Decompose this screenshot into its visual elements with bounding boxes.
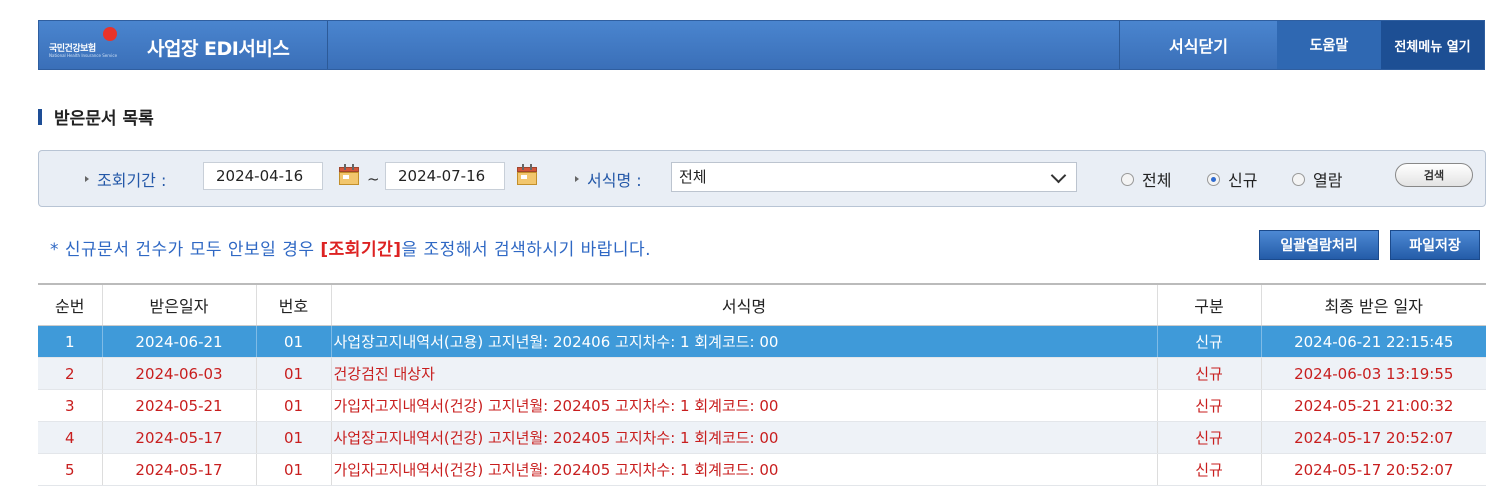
notice-text: * 신규문서 건수가 모두 안보일 경우 [조회기간]을 조정해서 검색하시기 … <box>50 235 651 260</box>
cell-last-received: 2024-06-21 22:15:45 <box>1260 325 1486 358</box>
table-row[interactable]: 3 2024-05-21 01 가입자고지내역서(건강) 고지년월: 20240… <box>38 389 1486 422</box>
cell-number: 01 <box>255 357 331 390</box>
col-header-number: 번호 <box>255 283 331 326</box>
cell-type: 신규 <box>1156 421 1261 454</box>
app-header: 국민건강보험 National Health Insurance Service… <box>38 20 1485 70</box>
cell-number: 01 <box>255 421 331 454</box>
cell-type: 신규 <box>1156 357 1261 390</box>
calendar-icon[interactable] <box>339 164 359 186</box>
radio-read[interactable]: 열람 <box>1292 167 1342 191</box>
form-name-selected: 전체 <box>679 168 707 186</box>
col-header-form-name: 서식명 <box>330 283 1157 326</box>
cell-last-received: 2024-06-03 13:19:55 <box>1260 357 1486 390</box>
cell-type: 신규 <box>1156 389 1261 422</box>
section-title-text: 받은문서 목록 <box>54 109 154 129</box>
cell-last-received: 2024-05-17 20:52:07 <box>1260 453 1486 486</box>
cell-seq: 4 <box>38 421 102 454</box>
section-title: 받은문서 목록 <box>38 104 154 129</box>
date-range-separator: ~ <box>367 170 380 188</box>
radio-all-label: 전체 <box>1142 171 1172 190</box>
cell-number: 01 <box>255 389 331 422</box>
table-row[interactable]: 4 2024-05-17 01 사업장고지내역서(건강) 고지년월: 20240… <box>38 421 1486 454</box>
table-row[interactable]: 1 2024-06-21 01 사업장고지내역서(고용) 고지년월: 20240… <box>38 325 1486 358</box>
col-header-type: 구분 <box>1156 283 1261 326</box>
table-header-row: 순번 받은일자 번호 서식명 구분 최종 받은 일자 <box>38 283 1486 326</box>
bulk-open-button[interactable]: 일괄열람처리 <box>1259 230 1379 260</box>
col-header-last-received: 최종 받은 일자 <box>1260 283 1486 326</box>
logo-area: 국민건강보험 National Health Insurance Service… <box>39 21 328 69</box>
cell-form-name[interactable]: 가입자고지내역서(건강) 고지년월: 202405 고지차수: 1 회계코드: … <box>330 389 1157 422</box>
bullet-arrow-icon <box>85 176 89 182</box>
cell-seq: 5 <box>38 453 102 486</box>
cell-form-name[interactable]: 건강검진 대상자 <box>330 357 1157 390</box>
col-header-received-date: 받은일자 <box>101 283 256 326</box>
logo-mark-icon <box>103 27 117 41</box>
cell-form-name[interactable]: 가입자고지내역서(건강) 고지년월: 202405 고지차수: 1 회계코드: … <box>330 453 1157 486</box>
open-all-menu-button[interactable]: 전체메뉴 열기 <box>1381 21 1484 69</box>
cell-received-date: 2024-06-03 <box>101 357 256 390</box>
search-panel: 조회기간 : 2024-04-16 ~ 2024-07-16 서식명 : 전체 … <box>38 150 1486 207</box>
radio-all[interactable]: 전체 <box>1121 167 1171 191</box>
logo-subtext: National Health Insurance Service <box>49 53 118 58</box>
radio-circle[interactable] <box>1121 172 1134 186</box>
calendar-icon[interactable] <box>517 164 537 186</box>
cell-seq: 1 <box>38 325 102 358</box>
nhis-logo: 국민건강보험 National Health Insurance Service <box>49 27 118 58</box>
cell-form-name[interactable]: 사업장고지내역서(건강) 고지년월: 202405 고지차수: 1 회계코드: … <box>330 421 1157 454</box>
section-bar-icon <box>38 108 42 125</box>
radio-circle[interactable] <box>1292 172 1305 186</box>
radio-new[interactable]: 신규 <box>1207 167 1257 191</box>
cell-received-date: 2024-05-17 <box>101 421 256 454</box>
notice-suffix: 을 조정해서 검색하시기 바랍니다. <box>401 240 652 260</box>
cell-form-name[interactable]: 사업장고지내역서(고용) 고지년월: 202406 고지차수: 1 회계코드: … <box>330 325 1157 358</box>
cell-last-received: 2024-05-17 20:52:07 <box>1260 421 1486 454</box>
help-button[interactable]: 도움말 <box>1277 21 1381 69</box>
notice-prefix: * 신규문서 건수가 모두 안보일 경우 <box>50 240 321 260</box>
form-name-label: 서식명 : <box>575 167 642 191</box>
cell-received-date: 2024-05-21 <box>101 389 256 422</box>
close-form-button[interactable]: 서식닫기 <box>1119 21 1277 69</box>
cell-number: 01 <box>255 453 331 486</box>
radio-read-label: 열람 <box>1313 171 1343 190</box>
period-label: 조회기간 : <box>85 167 166 191</box>
radio-circle-checked[interactable] <box>1207 172 1220 186</box>
date-from-input[interactable]: 2024-04-16 <box>203 162 323 190</box>
cell-type: 신규 <box>1156 453 1261 486</box>
cell-received-date: 2024-06-21 <box>101 325 256 358</box>
bullet-arrow-icon <box>575 176 579 182</box>
cell-seq: 2 <box>38 357 102 390</box>
date-to-input[interactable]: 2024-07-16 <box>385 162 505 190</box>
table-row[interactable]: 5 2024-05-17 01 가입자고지내역서(건강) 고지년월: 20240… <box>38 453 1486 486</box>
cell-type: 신규 <box>1156 325 1261 358</box>
chevron-down-icon <box>1050 167 1067 184</box>
form-name-select[interactable]: 전체 <box>671 162 1077 192</box>
table-row[interactable]: 2 2024-06-03 01 건강검진 대상자 신규 2024-06-03 1… <box>38 357 1486 390</box>
file-save-button[interactable]: 파일저장 <box>1390 230 1480 260</box>
cell-received-date: 2024-05-17 <box>101 453 256 486</box>
notice-emphasis: [조회기간] <box>320 240 402 260</box>
search-button[interactable]: 검색 <box>1395 163 1473 187</box>
radio-new-label: 신규 <box>1228 171 1258 190</box>
period-label-text: 조회기간 : <box>97 171 167 190</box>
col-header-seq: 순번 <box>38 283 102 326</box>
cell-last-received: 2024-05-21 21:00:32 <box>1260 389 1486 422</box>
app-title: 사업장 EDI서비스 <box>147 38 290 60</box>
cell-number: 01 <box>255 325 331 358</box>
cell-seq: 3 <box>38 389 102 422</box>
form-name-label-text: 서식명 : <box>587 171 642 190</box>
